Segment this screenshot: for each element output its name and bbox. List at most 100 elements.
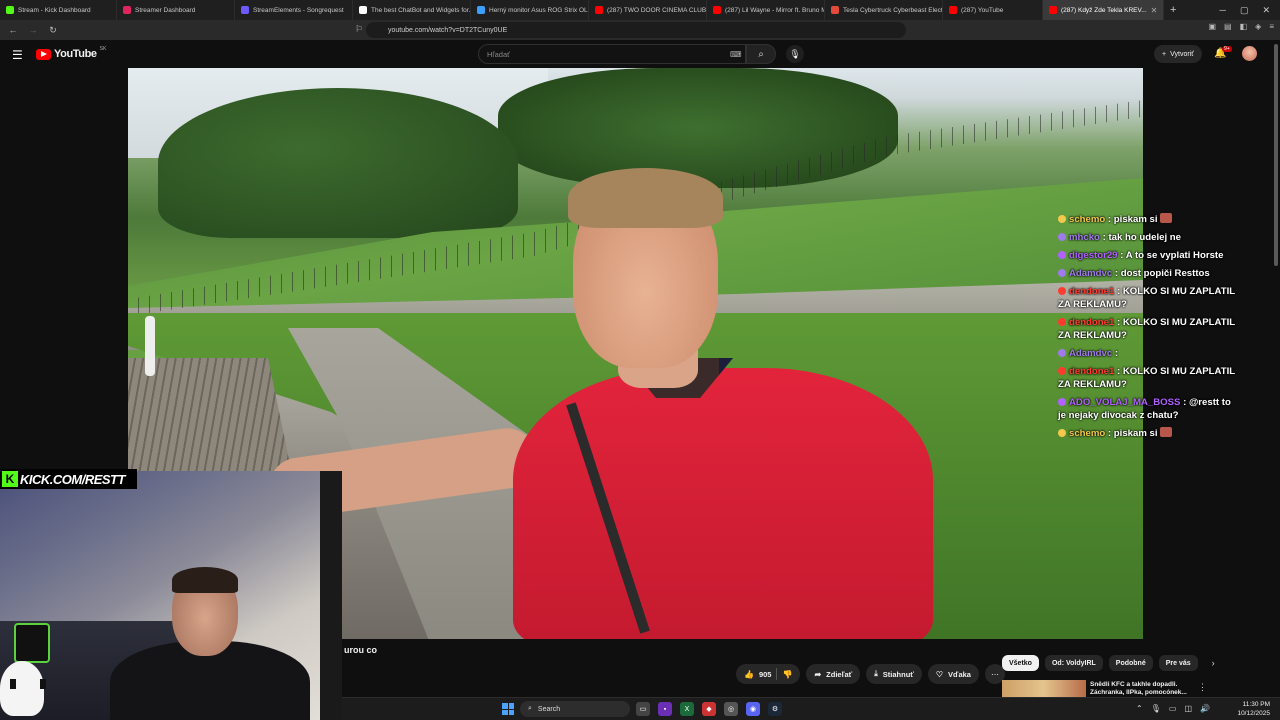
hamburger-menu-icon[interactable]: ☰ [12,48,23,62]
chat-separator: : [1105,214,1114,225]
recommended-video[interactable]: Snědli KFC a takhle dopadli. Záchranka, … [1002,680,1272,698]
youtube-header: ☰ YouTube SK Hľadať ⌨ ⌕ 🎙 + Vytvoriť 🔔 9… [0,40,1280,68]
browser-tab[interactable]: The best ChatBot and Widgets for... [353,0,471,20]
taskbar-clock[interactable]: 11:30 PM 10/12/2025 [1237,700,1270,718]
discord-icon[interactable]: ◉ [746,702,760,716]
recommended-thumbnail[interactable] [1002,680,1086,698]
close-tab-icon[interactable]: ✕ [1151,6,1158,15]
share-button[interactable]: ➦ Zdieľať [806,664,861,684]
tab-label: (287) TWO DOOR CINEMA CLUB |... [607,6,707,14]
filter-chip[interactable]: Všetko [1002,655,1039,671]
like-icon[interactable]: 👍 [744,670,754,679]
chips-next-icon[interactable]: › [1212,655,1215,671]
browser-tab[interactable]: (287) Když Zde Tekla KREV... ✕ [1043,0,1164,20]
tab-label: Tesla Cybertruck Cyberbeast Electr... [843,6,943,14]
chat-text: A to se vyplati Horste [1125,250,1224,261]
network-icon[interactable]: ◫ [1184,704,1192,713]
kick-url: KICK.COM/RESTT [20,471,125,487]
chat-emote-icon [1159,213,1172,223]
download-button[interactable]: ⤓ Stiahnuť [866,664,922,684]
video-person-hair [568,168,723,228]
page-scrollbar[interactable] [1274,44,1278,266]
chat-badge-icon [1058,429,1066,437]
minimize-icon[interactable]: ─ [1220,5,1226,16]
plus-icon: + [1162,50,1167,58]
like-count[interactable]: 905 [759,670,772,679]
reload-icon[interactable]: ↻ [46,25,60,36]
avatar[interactable] [1242,46,1257,61]
browser-tab[interactable]: StreamElements - Songrequest [235,0,353,20]
volume-icon[interactable]: 🔊 [1200,704,1210,713]
forward-icon[interactable]: → [26,25,40,35]
chat-text: dost popiči Resttos [1120,268,1210,279]
chat-separator: : [1114,317,1123,328]
excel-icon[interactable]: X [680,702,694,716]
search-button[interactable]: ⌕ [746,44,776,64]
bookmark-icon[interactable]: ⚐ [355,24,363,35]
browser-tab[interactable]: Herný monitor Asus ROG Strix OLE... [471,0,589,20]
app-icon[interactable]: ▪ [658,702,672,716]
tab-label: (287) YouTube [961,6,1004,14]
stream-chat-overlay: schemo : piskam si mhcko : tak ho udelej … [1058,213,1238,445]
steam-icon[interactable]: ⚙ [768,702,782,716]
keyboard-icon[interactable]: ⌨ [730,50,742,59]
search-placeholder: Hľadať [487,49,510,59]
search-input[interactable]: Hľadať [478,44,746,64]
tab-favicon-icon [831,6,839,14]
wallet-icon[interactable]: ◈ [1255,22,1261,31]
youtube-play-icon [36,48,51,60]
chat-badge-icon [1058,398,1066,406]
windows-taskbar: ⌕ Search ▭ ▪ X ◆ ◎ ◉ ⚙ ⌃ 🎙 ▭ ◫ 🔊 11:30 P… [342,697,1280,720]
chat-message: dendone1 : KOLKO SI MU ZAPLATIL ZA REKLA… [1058,365,1238,391]
tray-chevron-icon[interactable]: ⌃ [1136,704,1143,713]
microphone-tray-icon[interactable]: 🎙 [1151,704,1161,713]
chat-message: Adamdvc : dost popiči Resttos [1058,267,1238,280]
menu-icon[interactable]: ≡ [1269,22,1274,31]
recommendation-chips: Všetko Od: VoldyIRL Podobné Pre vás › [1002,655,1215,671]
share-icon: ➦ [814,669,822,679]
browser-tab[interactable]: (287) Lil Wayne - Mirror ft. Bruno M... [707,0,825,20]
thanks-button[interactable]: ♡ Vďaka [927,664,979,684]
browser-tab[interactable]: Streamer Dashboard [117,0,235,20]
create-button[interactable]: + Vytvoriť [1154,45,1202,63]
chat-username: mhcko [1069,232,1100,243]
chrome-icon[interactable]: ◎ [724,702,738,716]
filter-chip[interactable]: Od: VoldyIRL [1044,655,1103,671]
browser-tab[interactable]: Tesla Cybertruck Cyberbeast Electr... [825,0,943,20]
browser-tab[interactable]: Stream - Kick Dashboard [0,0,117,20]
url-field[interactable]: youtube.com/watch?v=DT2TCuny0UE [366,22,906,38]
close-window-icon[interactable]: ✕ [1262,5,1270,16]
tab-label: Stream - Kick Dashboard [18,6,91,14]
windows-start-icon[interactable] [502,703,514,715]
youtube-wordmark: YouTube [54,48,97,60]
taskbar-search[interactable]: ⌕ Search [520,701,630,717]
chat-username: dendone1 [1069,317,1115,328]
browser-tab[interactable]: (287) TWO DOOR CINEMA CLUB |... [589,0,707,20]
chat-username: schemo [1069,428,1106,439]
new-tab-button[interactable]: + [1164,4,1182,16]
task-view-icon[interactable]: ▭ [636,702,650,716]
monitor-icon[interactable]: ▭ [1169,704,1177,713]
chat-message: schemo : piskam si [1058,427,1238,440]
maximize-icon[interactable]: ▢ [1240,5,1249,16]
filter-chip[interactable]: Podobné [1108,655,1153,671]
voice-search-button[interactable]: 🎙 [786,45,804,63]
thanks-label: Vďaka [948,669,971,679]
browser-tab[interactable]: (287) YouTube [943,0,1043,20]
tab-search-icon[interactable]: ▤ [1224,22,1232,31]
filter-chip[interactable]: Pre vás [1158,655,1198,671]
recommended-more-icon[interactable]: ⋮ [1198,682,1207,693]
brave-icon[interactable]: ◆ [702,702,716,716]
kick-logo-icon: K [2,471,18,487]
sidebar-icon[interactable]: ◧ [1240,22,1248,31]
browser-tab-strip: Stream - Kick Dashboard Streamer Dashboar… [0,0,1280,20]
chat-username: Adamdvc [1069,348,1113,359]
video-title: urou co [344,645,377,655]
microphone-icon: 🎙 [789,48,801,59]
back-icon[interactable]: ← [6,25,20,35]
youtube-logo[interactable]: YouTube SK [36,46,106,60]
chat-badge-icon [1058,269,1066,277]
recommended-title[interactable]: Snědli KFC a takhle dopadli. Záchranka, … [1090,681,1198,697]
extension-icon[interactable]: ▣ [1208,22,1216,31]
dislike-icon[interactable]: 👎 [782,670,792,679]
